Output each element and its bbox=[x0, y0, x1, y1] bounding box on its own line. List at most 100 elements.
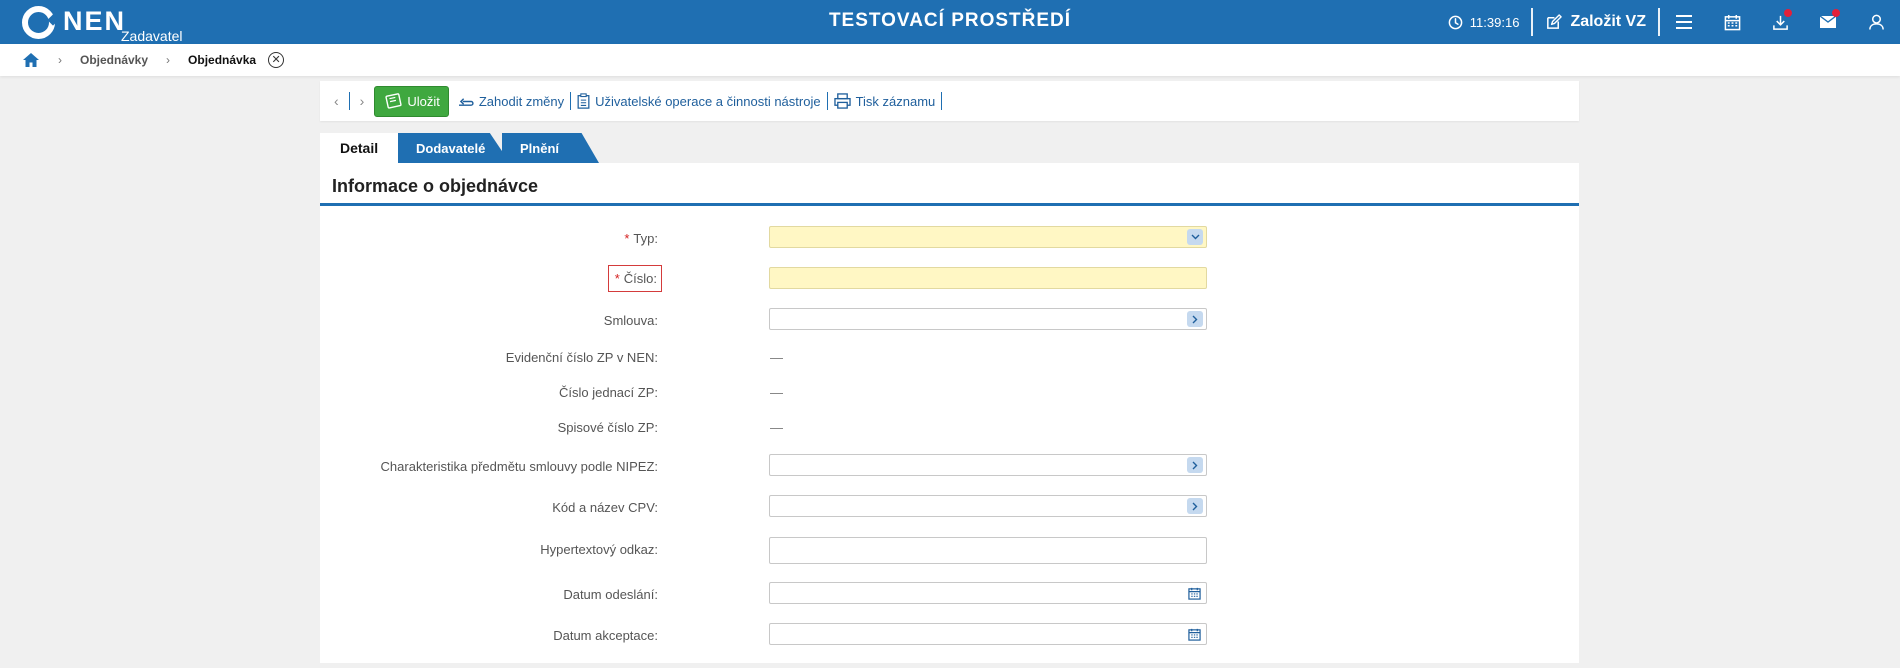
chevron-right-icon: › bbox=[166, 53, 171, 67]
tab-plneni[interactable]: Plnění bbox=[502, 133, 599, 163]
smlouva-label: Smlouva: bbox=[603, 312, 658, 328]
order-info-panel: Informace o objednávce * Typ: * Číslo: Sml… bbox=[320, 163, 1579, 663]
logo-text: NEN bbox=[63, 6, 127, 36]
edit-icon bbox=[1547, 13, 1563, 29]
save-icon bbox=[385, 93, 402, 109]
logo-subtitle: Zadavatel bbox=[121, 28, 183, 44]
divider bbox=[941, 92, 943, 110]
form-row-evidencni: Evidenční číslo ZP v NEN: — bbox=[320, 345, 1579, 369]
undo-icon bbox=[458, 97, 474, 106]
create-vz-label: Založit VZ bbox=[1570, 13, 1646, 30]
form-row-akceptace: Datum akceptace: bbox=[320, 623, 1579, 647]
top-bar: NEN Zadavatel TESTOVACÍ PROSTŘEDÍ 11:39:… bbox=[0, 0, 1900, 44]
form-row-odeslani: Datum odeslání: bbox=[320, 582, 1579, 606]
jednaci-label: Číslo jednací ZP: bbox=[559, 384, 658, 400]
messages-button[interactable] bbox=[1804, 0, 1852, 44]
user-icon bbox=[1868, 14, 1884, 30]
divider bbox=[826, 92, 828, 110]
print-icon bbox=[833, 93, 851, 109]
clock-icon bbox=[1448, 15, 1463, 29]
chevron-down-icon[interactable] bbox=[1187, 229, 1203, 245]
evidencni-value: — bbox=[770, 349, 783, 365]
breadcrumb: › Objednávky › Objednávka ✕ bbox=[0, 44, 1900, 76]
form-row-typ: * Typ: bbox=[320, 226, 1579, 250]
form-row-smlouva: Smlouva: bbox=[320, 308, 1579, 332]
next-record-button[interactable]: › bbox=[356, 93, 369, 109]
form-row-cislo: * Číslo: bbox=[320, 265, 1579, 292]
chevron-right-icon[interactable] bbox=[1187, 498, 1203, 514]
tab-dodavatele-label: Dodavatelé bbox=[416, 140, 486, 156]
calendar-button[interactable] bbox=[1708, 0, 1756, 44]
calendar-icon[interactable] bbox=[1186, 585, 1202, 601]
chevron-right-icon[interactable] bbox=[1187, 311, 1203, 327]
user-operations-button[interactable]: Uživatelské operace a činnosti nástroje bbox=[577, 93, 821, 109]
close-icon[interactable]: ✕ bbox=[268, 52, 285, 68]
chevron-right-icon[interactable] bbox=[1187, 457, 1203, 473]
menu-button[interactable] bbox=[1660, 0, 1708, 44]
calendar-icon[interactable] bbox=[1186, 626, 1202, 642]
print-record-button[interactable]: Tisk záznamu bbox=[833, 93, 936, 109]
user-button[interactable] bbox=[1852, 0, 1900, 44]
nipez-picker[interactable] bbox=[769, 454, 1207, 476]
logo-ring-icon bbox=[22, 6, 55, 39]
cislo-label: * Číslo: bbox=[607, 265, 662, 292]
tab-bar: Detail Dodavatelé Plnění bbox=[320, 133, 599, 163]
tab-detail[interactable]: Detail bbox=[320, 133, 398, 163]
session-clock: 11:39:16 bbox=[1448, 14, 1520, 30]
form-row-cpv: Kód a název CPV: bbox=[320, 495, 1579, 519]
spisove-value: — bbox=[770, 419, 783, 435]
hamburger-icon bbox=[1676, 15, 1692, 29]
tab-detail-label: Detail bbox=[340, 140, 379, 156]
discard-changes-button[interactable]: Zahodit změny bbox=[457, 94, 564, 109]
tab-dodavatele[interactable]: Dodavatelé bbox=[398, 133, 510, 163]
notification-dot bbox=[1832, 9, 1840, 17]
form-row-odkaz: Hypertextový odkaz: bbox=[320, 537, 1579, 564]
discard-changes-label: Zahodit změny bbox=[478, 93, 565, 109]
mail-icon bbox=[1819, 15, 1837, 28]
odkaz-input[interactable] bbox=[769, 537, 1207, 564]
typ-label: * Typ: bbox=[624, 226, 658, 250]
save-button[interactable]: Uložit bbox=[374, 85, 449, 117]
calendar-icon bbox=[1724, 14, 1740, 30]
chevron-right-icon: › bbox=[58, 53, 62, 67]
cislo-input[interactable] bbox=[769, 267, 1207, 289]
cislo-label-text: Číslo: bbox=[623, 271, 657, 286]
akceptace-label: Datum akceptace: bbox=[553, 627, 658, 643]
typ-select[interactable] bbox=[769, 226, 1207, 248]
form-row-jednaci: Číslo jednací ZP: — bbox=[320, 380, 1579, 404]
notification-dot bbox=[1784, 9, 1792, 17]
spisove-label: Spisové číslo ZP: bbox=[557, 419, 658, 435]
typ-label-text: Typ: bbox=[633, 230, 658, 246]
divider bbox=[348, 92, 350, 110]
home-icon[interactable] bbox=[22, 52, 40, 68]
divider bbox=[570, 92, 572, 110]
form-row-nipez: Charakteristika předmětu smlouvy podle N… bbox=[320, 454, 1579, 478]
print-record-label: Tisk záznamu bbox=[855, 93, 936, 109]
breadcrumb-current: Objednávka bbox=[188, 53, 257, 67]
environment-title: TESTOVACÍ PROSTŘEDÍ bbox=[828, 10, 1072, 31]
cpv-picker[interactable] bbox=[769, 495, 1207, 517]
breadcrumb-objednavky[interactable]: Objednávky bbox=[80, 53, 148, 67]
jednaci-value: — bbox=[770, 384, 783, 400]
smlouva-picker[interactable] bbox=[769, 308, 1207, 330]
previous-record-button[interactable]: ‹ bbox=[330, 93, 343, 109]
cpv-label: Kód a název CPV: bbox=[552, 499, 658, 515]
required-marker: * bbox=[624, 230, 630, 246]
downloads-button[interactable] bbox=[1756, 0, 1804, 44]
divider bbox=[1531, 8, 1534, 36]
clipboard-icon bbox=[577, 93, 590, 109]
create-vz-button[interactable]: Založit VZ bbox=[1533, 13, 1658, 31]
user-operations-label: Uživatelské operace a činnosti nástroje bbox=[595, 93, 821, 109]
save-label: Uložit bbox=[407, 93, 440, 109]
panel-title: Informace o objednávce bbox=[320, 163, 1579, 206]
evidencni-label: Evidenční číslo ZP v NEN: bbox=[505, 349, 658, 365]
odeslani-label: Datum odeslání: bbox=[563, 586, 658, 602]
nen-logo[interactable]: NEN Zadavatel bbox=[22, 6, 182, 44]
odeslani-date-input[interactable] bbox=[769, 582, 1207, 604]
akceptace-date-input[interactable] bbox=[769, 623, 1207, 645]
nipez-label: Charakteristika předmětu smlouvy podle N… bbox=[380, 458, 658, 474]
required-marker: * bbox=[614, 271, 620, 286]
record-toolbar: ‹ › Uložit Zahodit změny Uživatelské ope… bbox=[320, 81, 1579, 121]
clock-time: 11:39:16 bbox=[1469, 14, 1520, 30]
odkaz-label: Hypertextový odkaz: bbox=[540, 541, 658, 557]
